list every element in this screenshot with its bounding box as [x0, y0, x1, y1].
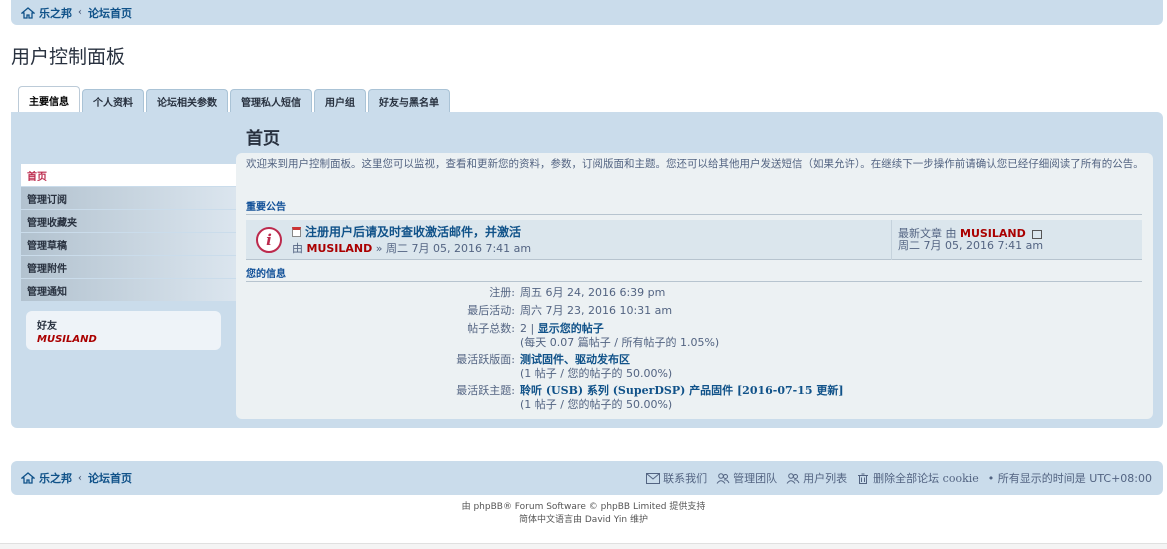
- translation-credit: 简体中文语言由 David Yin 维护: [519, 515, 648, 525]
- tab-main-info[interactable]: 主要信息: [18, 86, 80, 113]
- by-label: 由: [292, 242, 303, 255]
- announcement-posted-time: 周二 7月 05, 2016 7:41 am: [386, 242, 532, 255]
- ucp-tabs: 主要信息 个人资料 论坛相关参数 管理私人短信 用户组 好友与黑名单: [18, 86, 452, 113]
- sidebar-item-bookmarks[interactable]: 管理收藏夹: [21, 210, 246, 232]
- ucp-panel: 首页 管理订阅 管理收藏夹 管理草稿 管理附件 管理通知 好友 MUSILAND…: [11, 112, 1163, 428]
- page-bottom-border: [0, 543, 1167, 549]
- breadcrumb-home-link[interactable]: 乐之邦: [39, 5, 72, 21]
- last-active-label: 最后活动:: [467, 304, 515, 317]
- tab-board-preferences[interactable]: 论坛相关参数: [146, 89, 228, 113]
- team-icon: [716, 472, 730, 484]
- friends-title: 好友: [37, 321, 57, 332]
- breadcrumb-separator-icon: ‹: [78, 7, 82, 18]
- meta-separator: »: [375, 242, 383, 255]
- last-post-time: 周二 7月 05, 2016 7:41 am: [898, 239, 1044, 252]
- active-topic-label: 最活跃主题:: [456, 384, 515, 397]
- breadcrumb: 乐之邦 ‹ 论坛首页: [21, 5, 132, 21]
- home-icon[interactable]: [21, 472, 35, 484]
- friend-link[interactable]: MUSILAND: [37, 334, 210, 345]
- active-forum-link[interactable]: 测试固件、驱动发布区: [520, 353, 630, 366]
- top-navbar: 乐之邦 ‹ 论坛首页: [11, 0, 1163, 25]
- footer-navbar: 乐之邦 ‹ 论坛首页 联系我们 管理团队 用户列表 删除全部论坛 cookie …: [11, 461, 1163, 495]
- active-topic-stats: (1 帖子 / 您的帖子的 50.00%): [520, 398, 673, 411]
- joined-label: 注册:: [489, 286, 515, 299]
- delete-cookies-label: 删除全部论坛 cookie: [873, 472, 979, 485]
- timezone-info: • 所有显示的时间是 UTC+08:00: [987, 472, 1152, 485]
- sidebar-item-attachments[interactable]: 管理附件: [21, 256, 246, 278]
- breadcrumb-separator-icon: ‹: [78, 472, 82, 484]
- tab-private-messages[interactable]: 管理私人短信: [230, 89, 312, 113]
- announcement-meta: 由 MUSILAND » 周二 7月 05, 2016 7:41 am: [292, 240, 531, 256]
- tab-friends-foes[interactable]: 好友与黑名单: [368, 89, 450, 113]
- footer-forum-index-link[interactable]: 论坛首页: [88, 470, 132, 486]
- intro-text: 欢迎来到用户控制面板。这里您可以监视，查看和更新您的资料，参数，订阅版面和主题。…: [246, 158, 1144, 170]
- sidebar-item-drafts[interactable]: 管理草稿: [21, 233, 246, 255]
- footer-links: 联系我们 管理团队 用户列表 删除全部论坛 cookie • 所有显示的时间是 …: [637, 461, 1152, 495]
- copyright-line: 由 phpBB® Forum Software © phpBB Limited …: [461, 502, 706, 512]
- breadcrumb-forum-index-link[interactable]: 论坛首页: [88, 5, 132, 21]
- trash-icon: [858, 473, 869, 484]
- announcement-title: 注册用户后请及时查收激活邮件，并激活: [292, 223, 521, 240]
- team-label: 管理团队: [733, 472, 778, 485]
- contact-us-label: 联系我们: [663, 472, 708, 485]
- announcement-title-link[interactable]: 注册用户后请及时查收激活邮件，并激活: [305, 223, 521, 240]
- members-link[interactable]: 用户列表: [786, 470, 847, 486]
- your-info-heading: 您的信息: [246, 265, 1142, 282]
- footer-breadcrumb: 乐之邦 ‹ 论坛首页: [21, 470, 132, 486]
- sidebar-item-subscriptions[interactable]: 管理订阅: [21, 187, 246, 209]
- active-topic-link[interactable]: 聆听 (USB) 系列 (SuperDSP) 产品固件 [2016-07-15 …: [520, 384, 844, 397]
- posts-label: 帖子总数:: [467, 322, 515, 335]
- sidebar-item-notifications[interactable]: 管理通知: [21, 279, 246, 301]
- team-link[interactable]: 管理团队: [716, 470, 777, 486]
- page-title: 用户控制面板: [11, 46, 126, 68]
- main-content: 欢迎来到用户控制面板。这里您可以监视，查看和更新您的资料，参数，订阅版面和主题。…: [236, 153, 1153, 419]
- announcement-row: i 注册用户后请及时查收激活邮件，并激活 由 MUSILAND » 周二 7月 …: [246, 220, 1142, 260]
- active-forum-label: 最活跃版面:: [456, 353, 515, 366]
- goto-last-post-icon[interactable]: [1032, 229, 1043, 239]
- sidebar-item-front[interactable]: 首页: [21, 164, 246, 186]
- active-forum-stats: (1 帖子 / 您的帖子的 50.00%): [520, 367, 673, 380]
- section-title: 首页: [246, 129, 280, 149]
- last-post-cell: 最新文章 由 MUSILAND 周二 7月 05, 2016 7:41 am: [891, 220, 1142, 260]
- footer-home-link[interactable]: 乐之邦: [39, 470, 72, 486]
- delete-cookies-link[interactable]: 删除全部论坛 cookie: [856, 470, 979, 486]
- members-icon: [786, 472, 800, 484]
- home-icon[interactable]: [21, 6, 35, 19]
- envelope-icon: [646, 472, 661, 484]
- friends-box: 好友 MUSILAND: [26, 311, 221, 350]
- tab-profile[interactable]: 个人资料: [82, 89, 144, 113]
- tab-usergroups[interactable]: 用户组: [314, 89, 366, 113]
- posts-stats: (每天 0.07 篇帖子 / 所有帖子的 1.05%): [520, 336, 720, 349]
- last-active-value: 周六 7月 23, 2016 10:31 am: [520, 304, 673, 317]
- announcements-heading: 重要公告: [246, 198, 1142, 215]
- unread-post-icon[interactable]: [292, 226, 301, 237]
- announcement-author-link[interactable]: MUSILAND: [307, 242, 373, 255]
- joined-value: 周五 6月 24, 2016 6:39 pm: [520, 286, 666, 299]
- contact-us-link[interactable]: 联系我们: [646, 470, 707, 486]
- posts-value: 2 | 显示您的帖子: [520, 322, 604, 335]
- posts-count: 2 |: [520, 322, 535, 335]
- sidebar-nav: 首页 管理订阅 管理收藏夹 管理草稿 管理附件 管理通知: [21, 164, 246, 302]
- announcement-icon: i: [256, 227, 282, 253]
- show-your-posts-link[interactable]: 显示您的帖子: [538, 322, 604, 335]
- members-label: 用户列表: [803, 472, 848, 485]
